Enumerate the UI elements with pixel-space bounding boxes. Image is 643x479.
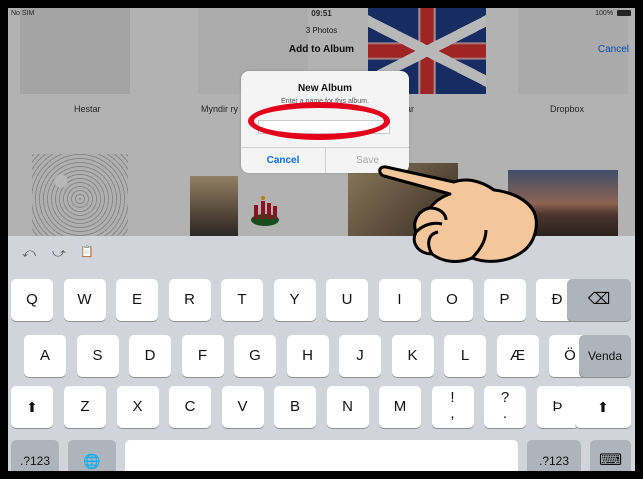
- paste-icon[interactable]: 📋: [80, 245, 94, 258]
- key-6-row1[interactable]: U: [326, 279, 368, 321]
- onscreen-keyboard: ⤺ ⤻ 📋 Q W E R T Y U I O P Ð ⌫ A S D F G H J K L Æ Ö Venda ⬆ Z X C V B…: [8, 236, 635, 471]
- return-key[interactable]: Venda: [579, 335, 631, 377]
- numbers-left-key[interactable]: .?123: [11, 440, 59, 471]
- key-1-row2[interactable]: S: [76, 335, 119, 377]
- key-3-row3[interactable]: V: [221, 386, 264, 428]
- key-3-row1[interactable]: R: [168, 279, 211, 321]
- shift-right-key[interactable]: ⬆: [575, 386, 631, 428]
- key-6-row3[interactable]: M: [379, 386, 421, 428]
- key-6-row2[interactable]: J: [339, 335, 381, 377]
- key-5-row3[interactable]: N: [326, 386, 369, 428]
- key-0-row1[interactable]: Q: [11, 279, 53, 321]
- space-bar[interactable]: [125, 440, 518, 471]
- key-9-row2[interactable]: Æ: [496, 335, 539, 377]
- key-4-row3[interactable]: B: [274, 386, 316, 428]
- globe-key[interactable]: 🌐: [68, 440, 116, 471]
- key-3-row2[interactable]: F: [181, 335, 224, 377]
- pointing-hand-icon: [378, 165, 538, 263]
- key-8-row3[interactable]: ? .: [484, 386, 526, 428]
- key-7-row3[interactable]: ! ,: [431, 386, 474, 428]
- key-2-row2[interactable]: D: [129, 335, 171, 377]
- highlight-oval-annotation: [248, 102, 390, 140]
- backspace-key[interactable]: ⌫: [567, 279, 631, 321]
- numbers-right-key[interactable]: .?123: [527, 440, 581, 471]
- shift-left-key[interactable]: ⬆: [11, 386, 53, 428]
- key-7-row2[interactable]: K: [391, 335, 434, 377]
- key-0-row2[interactable]: A: [24, 335, 66, 377]
- key-8-row1[interactable]: O: [431, 279, 473, 321]
- dismiss-keyboard-key[interactable]: ⌨: [590, 440, 631, 471]
- key-5-row2[interactable]: H: [286, 335, 329, 377]
- key-2-row3[interactable]: C: [169, 386, 211, 428]
- redo-icon[interactable]: ⤻: [52, 245, 66, 261]
- key-2-row1[interactable]: E: [116, 279, 158, 321]
- dialog-cancel-button[interactable]: Cancel: [241, 148, 325, 173]
- key-0-row3[interactable]: Z: [64, 386, 106, 428]
- key-1-row1[interactable]: W: [63, 279, 106, 321]
- key-4-row1[interactable]: T: [221, 279, 263, 321]
- key-5-row1[interactable]: Y: [273, 279, 316, 321]
- ipad-screen: No SIM 09:51 100% 3 Photos Add to Album …: [8, 8, 635, 471]
- key-9-row3[interactable]: Þ: [536, 386, 579, 428]
- key-7-row1[interactable]: I: [378, 279, 421, 321]
- key-1-row3[interactable]: X: [116, 386, 159, 428]
- undo-icon[interactable]: ⤺: [22, 245, 36, 261]
- dialog-title: New Album: [297, 83, 353, 94]
- key-9-row1[interactable]: P: [483, 279, 526, 321]
- key-4-row2[interactable]: G: [234, 335, 276, 377]
- key-8-row2[interactable]: L: [444, 335, 486, 377]
